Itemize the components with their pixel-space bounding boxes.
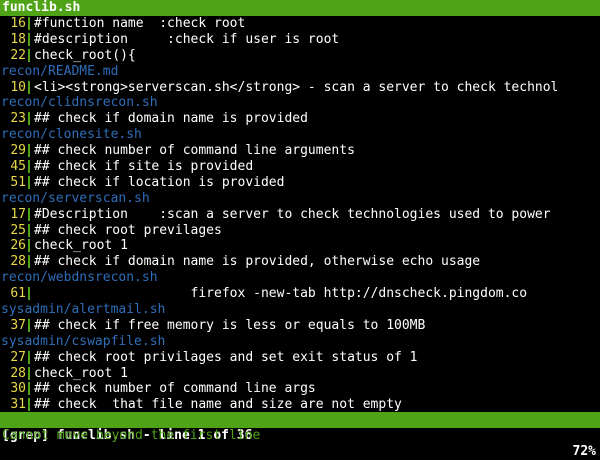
- line-number: 26: [10, 238, 26, 254]
- gutter-bar: [28, 255, 30, 269]
- file-path: sysadmin/cswapfile.sh: [1, 333, 166, 349]
- file-path: sysadmin/alertmail.sh: [1, 302, 166, 318]
- line-number: 28: [10, 254, 26, 270]
- gutter-bar: [28, 32, 30, 46]
- line-number: 18: [10, 31, 26, 47]
- gutter-bar: [28, 144, 30, 158]
- match-line-row[interactable]: 45 ## check if site is provided: [0, 159, 600, 175]
- gutter-bar: [28, 160, 30, 174]
- line-text: ## check if location is provided: [34, 174, 285, 190]
- gutter-bar: [28, 80, 30, 94]
- line-text: ## check root previlages: [34, 222, 222, 238]
- gutter-bar: [28, 366, 30, 380]
- match-line-row[interactable]: 16 #function name :check root: [0, 16, 600, 32]
- match-line-row[interactable]: 31 ## check that file name and size are n…: [0, 397, 600, 413]
- match-line-row[interactable]: 23 ## check if domain name is provided: [0, 111, 600, 127]
- match-line-row[interactable]: 28 check_root 1: [0, 366, 600, 382]
- line-number: 45: [10, 159, 26, 175]
- match-line-row[interactable]: 51 ## check if location is provided: [0, 175, 600, 191]
- file-path-row[interactable]: recon/README.md: [0, 64, 600, 80]
- file-path-row[interactable]: sysadmin/cswapfile.sh: [0, 334, 600, 350]
- line-number: 17: [10, 206, 26, 222]
- match-line-row[interactable]: 22 check_root(){: [0, 48, 600, 64]
- line-text: firefox -new-tab http://dnscheck.pingdom…: [34, 286, 528, 302]
- match-line-row[interactable]: 61 firefox -new-tab http://dnscheck.ping…: [0, 286, 600, 302]
- line-number: 10: [10, 79, 26, 95]
- match-line-row[interactable]: 17 #Description :scan a server to check t…: [0, 207, 600, 223]
- line-text: check_root 1: [34, 238, 128, 254]
- line-text: #function name :check root: [34, 16, 246, 31]
- gutter-bar: [28, 48, 30, 62]
- line-number: 29: [10, 143, 26, 159]
- match-line-row[interactable]: 18 #description :check if user is root: [0, 32, 600, 48]
- line-text: check_root 1: [34, 365, 128, 381]
- file-path: recon/webdnsrecon.sh: [1, 270, 158, 286]
- line-text: ## check root privilages and set exit st…: [34, 349, 418, 365]
- gutter-bar: [28, 287, 30, 301]
- match-line-row[interactable]: 28 ## check if domain name is provided, o…: [0, 254, 600, 270]
- match-line-row[interactable]: 29 ## check number of command line argume…: [0, 143, 600, 159]
- gutter-bar: [28, 17, 30, 30]
- match-line-row[interactable]: 27 ## check root privilages and set exit …: [0, 350, 600, 366]
- gutter-bar: [28, 207, 30, 221]
- gutter-bar: [28, 223, 30, 237]
- line-number: 16: [10, 16, 26, 31]
- file-path: recon/clidnsrecon.sh: [1, 95, 158, 111]
- line-number: 51: [10, 174, 26, 190]
- gutter-bar: [28, 318, 30, 332]
- file-path: recon/serverscan.sh: [1, 190, 150, 206]
- line-text: ## check that file name and size are not…: [34, 397, 402, 413]
- line-text: ## check if site is provided: [34, 159, 254, 175]
- file-path-row[interactable]: recon/webdnsrecon.sh: [0, 270, 600, 286]
- line-number: 22: [10, 47, 26, 63]
- line-text: ## check number of command line argument…: [34, 143, 355, 159]
- status-percent: 72%: [572, 444, 596, 459]
- file-path: recon/README.md: [1, 63, 119, 79]
- file-title: funclib.sh: [2, 0, 81, 15]
- gutter-bar: [28, 239, 30, 253]
- line-number: 28: [10, 365, 26, 381]
- message-line: Cannot move beyond the first line: [2, 428, 261, 443]
- match-line-row[interactable]: 37 ## check if free memory is less or equ…: [0, 318, 600, 334]
- match-line-row[interactable]: 10 <li><strong>serverscan.sh</strong> - s…: [0, 80, 600, 96]
- match-line-row[interactable]: 26 check_root 1: [0, 238, 600, 254]
- line-text: ## check if domain name is provided: [34, 111, 308, 127]
- line-text: #Description :scan a server to check tec…: [34, 206, 551, 222]
- line-number: 23: [10, 111, 26, 127]
- status-bar: [grep] funclib.sh - line 1 of 36 72%: [0, 412, 600, 459]
- title-bar: funclib.sh: [0, 0, 600, 16]
- line-number: 61: [10, 286, 26, 302]
- line-text: check_root(){: [34, 47, 136, 63]
- gutter-bar: [28, 175, 30, 189]
- line-number: 25: [10, 222, 26, 238]
- file-path-row[interactable]: recon/clidnsrecon.sh: [0, 95, 600, 111]
- line-number: 31: [10, 397, 26, 413]
- file-path-row[interactable]: recon/serverscan.sh: [0, 191, 600, 207]
- line-number: 37: [10, 317, 26, 333]
- line-text: ## check if domain name is provided, oth…: [34, 254, 481, 270]
- line-text: #description :check if user is root: [34, 31, 340, 47]
- line-number: 27: [10, 349, 26, 365]
- match-line-row[interactable]: 25 ## check root previlages: [0, 223, 600, 239]
- gutter-bar: [28, 112, 30, 126]
- line-text: <li><strong>serverscan.sh</strong> - sca…: [34, 79, 559, 95]
- line-text: ## check if free memory is less or equal…: [34, 317, 426, 333]
- line-number: 30: [10, 381, 26, 397]
- gutter-bar: [28, 398, 30, 412]
- match-line-row[interactable]: 30 ## check number of command line args: [0, 381, 600, 397]
- gutter-bar: [28, 350, 30, 364]
- file-path-row[interactable]: sysadmin/alertmail.sh: [0, 302, 600, 318]
- results-list: 16 #function name :check root 18 #descripti…: [0, 16, 600, 413]
- file-path: recon/clonesite.sh: [1, 127, 142, 143]
- line-text: ## check number of command line args: [34, 381, 316, 397]
- gutter-bar: [28, 382, 30, 396]
- file-path-row[interactable]: recon/clonesite.sh: [0, 127, 600, 143]
